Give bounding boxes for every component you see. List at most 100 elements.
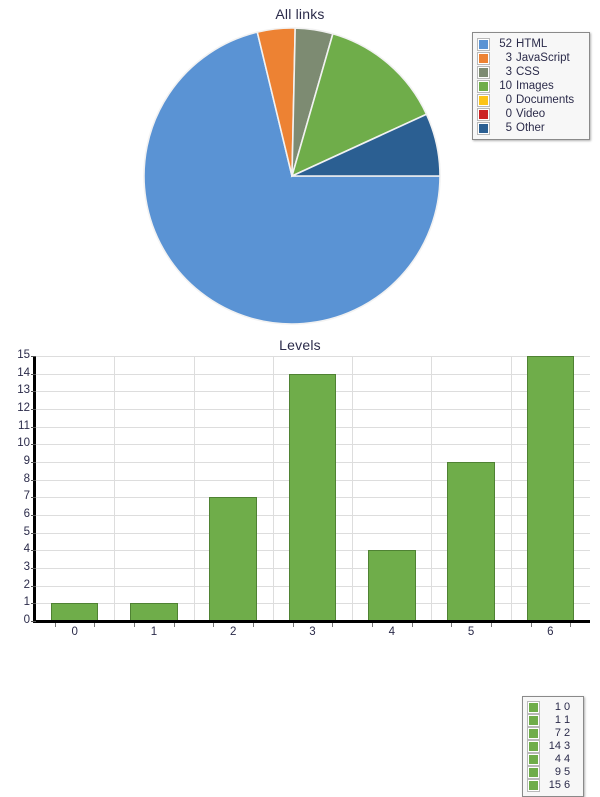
bar-chart-title: Levels xyxy=(279,337,321,353)
legend-item[interactable]: 3 CSS xyxy=(477,65,583,79)
y-axis-tick-mark xyxy=(31,391,36,393)
gridline-vertical xyxy=(431,356,433,621)
x-axis-tick-label: 3 xyxy=(309,626,316,638)
legend-label: 2 xyxy=(564,727,571,739)
x-axis-tick-mark xyxy=(253,623,255,627)
legend-value: 5 xyxy=(505,122,512,134)
y-axis-tick-label: 6 xyxy=(23,508,30,520)
y-axis-tick-mark xyxy=(31,373,36,375)
y-axis-tick-label: 12 xyxy=(17,402,30,414)
legend-item[interactable]: 10 Images xyxy=(477,79,583,93)
x-axis-tick-mark xyxy=(451,623,453,627)
y-axis-line xyxy=(33,356,36,622)
y-axis-tick-mark xyxy=(31,409,36,410)
legend-item[interactable]: 1 1 xyxy=(527,714,577,727)
y-axis-tick-label: 4 xyxy=(23,543,30,556)
bar-chart-legend: 1 0 1 1 7 2 14 3 4 4 9 5 15 6 xyxy=(522,696,584,797)
legend-value: 0 xyxy=(505,94,512,106)
x-axis-tick-label: 0 xyxy=(71,626,78,638)
legend-value: 3 xyxy=(505,66,512,78)
legend-label: CSS xyxy=(516,66,540,78)
legend-item[interactable]: 1 0 xyxy=(527,701,577,714)
legend-item[interactable]: 4 4 xyxy=(527,753,577,766)
pie-chart-graphic xyxy=(143,27,441,325)
bar-level-5[interactable] xyxy=(447,462,495,621)
legend-value: 10 xyxy=(499,80,512,92)
legend-value: 1 xyxy=(554,701,561,713)
y-axis-tick-mark xyxy=(31,356,36,357)
legend-value: 9 xyxy=(554,766,561,778)
x-axis-tick-mark xyxy=(570,623,572,627)
legend-value: 52 xyxy=(499,38,512,50)
legend-swatch-other xyxy=(477,121,490,135)
x-axis-line xyxy=(33,620,590,623)
legend-label: 3 xyxy=(564,740,571,752)
legend-label: 6 xyxy=(564,779,571,791)
gridline-vertical xyxy=(510,356,512,621)
legend-item[interactable]: 0 Documents xyxy=(477,93,583,107)
legend-label: HTML xyxy=(516,38,548,50)
y-axis-tick-label: 14 xyxy=(17,366,30,379)
gridline-horizontal xyxy=(35,356,590,357)
x-axis-tick-mark xyxy=(173,623,175,627)
legend-item[interactable]: 15 6 xyxy=(527,779,577,792)
legend-swatch-level-5 xyxy=(527,766,540,779)
legend-item[interactable]: 14 3 xyxy=(527,740,577,753)
legend-item[interactable]: 5 Other xyxy=(477,121,583,135)
x-axis-tick-mark xyxy=(530,623,532,627)
legend-label: Other xyxy=(516,122,545,134)
x-axis-tick-mark xyxy=(134,623,136,627)
legend-value: 15 xyxy=(548,779,561,791)
legend-item[interactable]: 3 JavaScript xyxy=(477,51,583,65)
y-axis-tick-label: 3 xyxy=(23,561,30,573)
legend-label: 1 xyxy=(564,714,571,726)
legend-label: Images xyxy=(516,80,554,92)
y-axis-tick-label: 9 xyxy=(23,455,30,467)
y-axis-tick-mark xyxy=(31,444,36,446)
x-axis-tick-mark xyxy=(332,623,334,627)
x-axis-tick-label: 6 xyxy=(547,626,554,638)
bar-level-2[interactable] xyxy=(209,497,257,621)
bar-level-1[interactable] xyxy=(130,603,178,621)
y-axis-tick-mark xyxy=(31,532,36,534)
bar-level-6[interactable] xyxy=(526,356,575,621)
legend-swatch-video xyxy=(477,107,490,121)
y-axis-tick-label: 7 xyxy=(23,490,30,503)
legend-value: 7 xyxy=(554,727,561,739)
legend-item[interactable]: 7 2 xyxy=(527,727,577,740)
x-axis-tick-label: 5 xyxy=(467,626,475,638)
pie-chart-title: All links xyxy=(275,6,325,22)
legend-value: 1 xyxy=(554,714,561,726)
x-axis-tick-mark xyxy=(411,623,413,627)
legend-label: 4 xyxy=(564,753,571,765)
x-axis-tick-label: 4 xyxy=(388,626,395,638)
gridline-vertical xyxy=(114,356,116,621)
x-axis-tick-mark xyxy=(371,623,373,627)
x-axis-tick-mark xyxy=(54,623,56,627)
legend-item[interactable]: 0 Video xyxy=(477,107,583,121)
y-axis-tick-label: 11 xyxy=(18,419,30,432)
legend-swatch-images xyxy=(477,79,490,93)
y-axis-tick-label: 1 xyxy=(23,596,30,609)
y-axis-tick-label: 0 xyxy=(23,614,30,626)
bar-level-3[interactable] xyxy=(288,373,337,621)
bar-level-4[interactable] xyxy=(368,550,416,621)
y-axis-tick-label: 2 xyxy=(23,578,30,591)
y-axis-tick-mark xyxy=(31,550,36,552)
legend-swatch-level-2 xyxy=(527,727,540,740)
y-axis-tick-mark xyxy=(31,497,36,499)
y-axis-tick-mark xyxy=(31,585,36,587)
y-axis-tick-label: 5 xyxy=(23,525,30,538)
x-axis-tick-label: 1 xyxy=(150,626,158,638)
legend-label: Video xyxy=(516,108,546,120)
y-axis-tick-mark xyxy=(31,426,36,428)
y-axis-tick-mark xyxy=(31,568,36,569)
bar-level-0[interactable] xyxy=(50,603,99,621)
legend-item[interactable]: 9 5 xyxy=(527,766,577,779)
gridline-vertical xyxy=(272,356,274,621)
legend-value: 3 xyxy=(505,52,512,64)
bar-chart-plot-area xyxy=(35,356,590,621)
legend-item[interactable]: 52 HTML xyxy=(477,37,583,51)
y-axis-tick-mark xyxy=(31,479,36,481)
x-axis-tick-mark xyxy=(213,623,215,627)
